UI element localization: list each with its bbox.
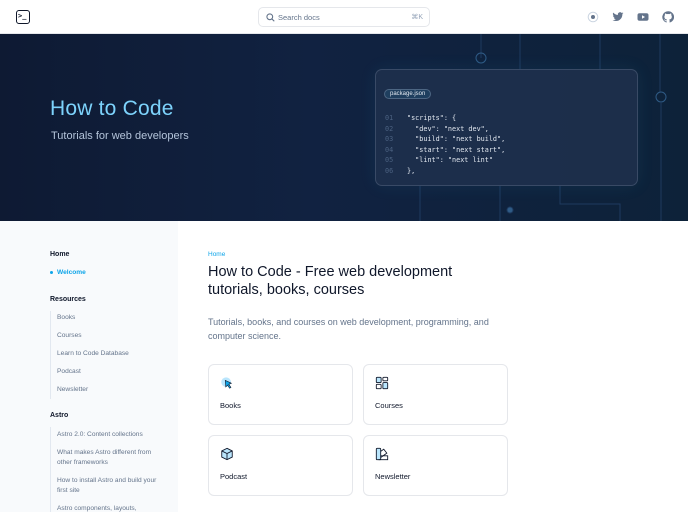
code-line: 06}, bbox=[385, 166, 505, 177]
card-label: Courses bbox=[375, 401, 403, 410]
line-number: 01 bbox=[385, 114, 394, 122]
code-text: "scripts": { bbox=[407, 114, 457, 122]
hero-subtitle: Tutorials for web developers bbox=[51, 130, 189, 142]
terminal-icon[interactable]: >_ bbox=[16, 10, 30, 24]
github-icon[interactable] bbox=[662, 11, 674, 23]
line-number: 03 bbox=[385, 135, 394, 144]
sidebar-item-astro-install[interactable]: How to install Astro and build your firs… bbox=[57, 476, 157, 496]
cursor-pointer-icon bbox=[221, 377, 233, 389]
cube-icon bbox=[221, 447, 233, 461]
line-number: 02 bbox=[385, 124, 394, 133]
color-swatch-icon bbox=[375, 447, 389, 461]
code-text: "start": "next start", bbox=[407, 145, 506, 154]
hero-banner: How to Code Tutorials for web developers… bbox=[0, 34, 688, 221]
line-number: 04 bbox=[385, 145, 394, 154]
code-window: package.json 01 "scripts": { 02 "dev": "n… bbox=[375, 69, 638, 186]
page-title: How to Code - Free web development tutor… bbox=[208, 264, 453, 298]
sidebar-heading-astro: Astro bbox=[50, 412, 69, 419]
sidebar-item-courses[interactable]: Courses bbox=[57, 331, 157, 341]
sidebar-heading-resources: Resources bbox=[50, 296, 86, 303]
code-line: 05 "lint": "next lint" bbox=[385, 155, 505, 166]
card-label: Books bbox=[220, 401, 241, 410]
sidebar-item-astro-components[interactable]: Astro components, layouts, bbox=[57, 504, 157, 514]
code-text: "lint": "next lint" bbox=[407, 156, 493, 165]
card-podcast[interactable]: Podcast bbox=[208, 435, 353, 496]
card-label: Podcast bbox=[220, 472, 248, 481]
theme-toggle-icon[interactable] bbox=[587, 11, 599, 23]
line-number: 05 bbox=[385, 156, 394, 165]
code-text: "build": "next build", bbox=[407, 135, 506, 144]
sidebar-item-welcome[interactable]: Welcome bbox=[57, 268, 157, 278]
breadcrumb[interactable]: Home bbox=[208, 251, 225, 258]
code-line: 02 "dev": "next dev", bbox=[385, 124, 505, 135]
sidebar-item-books[interactable]: Books bbox=[57, 313, 157, 323]
active-indicator bbox=[50, 271, 53, 274]
page-description: Tutorials, books, and courses on web dev… bbox=[208, 317, 489, 341]
sidebar-item-newsletter[interactable]: Newsletter bbox=[57, 385, 157, 395]
layout-grid-icon bbox=[375, 376, 389, 390]
sidebar-group-line bbox=[50, 427, 51, 512]
code-line: 04 "start": "next start", bbox=[385, 145, 505, 156]
code-text: "dev": "next dev", bbox=[407, 124, 489, 133]
search-icon bbox=[266, 13, 275, 22]
code-line: 03 "build": "next build", bbox=[385, 134, 505, 145]
sidebar-heading-home: Home bbox=[50, 251, 70, 258]
sidebar-item-podcast[interactable]: Podcast bbox=[57, 367, 157, 377]
card-books[interactable]: Books bbox=[208, 364, 353, 425]
card-courses[interactable]: Courses bbox=[363, 364, 508, 425]
card-label: Newsletter bbox=[375, 472, 411, 481]
hero-title: How to Code bbox=[50, 97, 174, 120]
search-input[interactable]: Search docs ⌘K bbox=[258, 7, 430, 27]
sidebar-nav: Home Welcome Resources Books Courses Lea… bbox=[0, 221, 178, 512]
code-file-tab[interactable]: package.json bbox=[384, 89, 432, 99]
sidebar-item-learn-to-code-database[interactable]: Learn to Code Database bbox=[57, 349, 157, 359]
sidebar-item-astro-different[interactable]: What makes Astro different from other fr… bbox=[57, 448, 157, 468]
youtube-icon[interactable] bbox=[637, 11, 649, 23]
search-shortcut: ⌘K bbox=[411, 14, 423, 21]
sidebar-group-line bbox=[50, 311, 51, 399]
sidebar-item-astro-content-collections[interactable]: Astro 2.0: Content collections bbox=[57, 430, 157, 440]
top-header: >_ Search docs ⌘K bbox=[0, 0, 688, 34]
code-line: 01 "scripts": { bbox=[385, 113, 505, 124]
search-placeholder: Search docs bbox=[278, 13, 320, 22]
line-number: 06 bbox=[385, 166, 394, 175]
card-newsletter[interactable]: Newsletter bbox=[363, 435, 508, 496]
twitter-icon[interactable] bbox=[612, 11, 624, 23]
code-block: 01 "scripts": { 02 "dev": "next dev", 03 … bbox=[385, 113, 505, 177]
code-text: }, bbox=[407, 166, 416, 175]
